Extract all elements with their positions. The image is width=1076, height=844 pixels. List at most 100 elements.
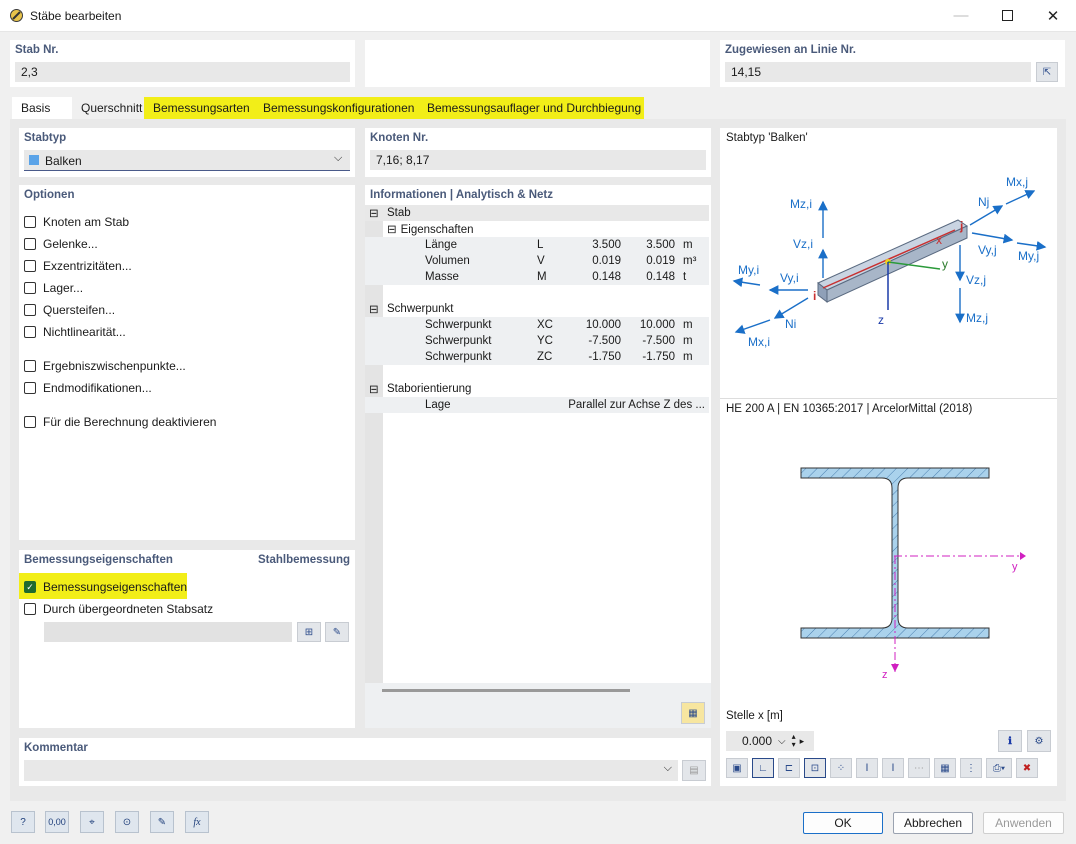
help-icon[interactable]: ? — [11, 811, 35, 833]
stabtyp-panel: Stabtyp Balken ⌵ — [19, 128, 355, 177]
option-label: Nichtlinearität... — [43, 325, 126, 339]
next-icon[interactable]: ▸ — [800, 736, 805, 747]
tree-staborientierung: Staborientierung — [387, 383, 472, 395]
maximize-icon[interactable] — [984, 0, 1030, 31]
reset-view-icon[interactable]: ✖ — [1016, 758, 1038, 778]
print-icon[interactable]: ⎙▾ — [986, 758, 1012, 778]
table-icon[interactable]: ▦ — [681, 702, 705, 724]
pick-line-icon[interactable]: ⇱ — [1036, 62, 1058, 82]
stelle-label: Stelle x [m] — [726, 710, 783, 722]
option-lager[interactable]: Lager... — [24, 281, 83, 295]
dimension-icon[interactable]: ∟ — [752, 758, 774, 778]
stabsatz-field[interactable] — [44, 622, 292, 642]
label-mxj: Mx,j — [1006, 175, 1028, 189]
check-icon[interactable]: ✓ — [24, 581, 36, 593]
tree-eigenschaften: ⊟ Eigenschaften — [383, 221, 709, 237]
tab-bemessungsarten[interactable]: Bemessungsarten — [144, 97, 254, 119]
info-icon[interactable]: ℹ — [998, 730, 1022, 752]
kommentar-select[interactable]: ⌵ — [24, 760, 678, 781]
checkbox[interactable] — [24, 238, 36, 250]
section-y-arrow — [1020, 552, 1026, 560]
stabtyp-label: Stabtyp — [24, 132, 67, 144]
kommentar-edit-icon[interactable]: ▤ — [682, 760, 706, 781]
units-icon[interactable]: 0,00 — [45, 811, 69, 833]
collapse-icon[interactable]: ⊟ — [365, 381, 383, 397]
option-nichtlinearitaet[interactable]: Nichtlinearität... — [24, 325, 126, 339]
spacer-row — [365, 365, 709, 381]
table-row: Lage Parallel zur Achse Z des ... — [365, 397, 709, 413]
cancel-button[interactable]: Abbrechen — [893, 812, 973, 834]
checkbox[interactable] — [24, 304, 36, 316]
option-gelenke[interactable]: Gelenke... — [24, 237, 98, 251]
option-exzentrizitaeten[interactable]: Exzentrizitäten... — [24, 259, 132, 273]
tab-querschnitt[interactable]: Querschnitt — [72, 97, 144, 119]
scroll-thumb[interactable] — [382, 689, 630, 692]
select-icon[interactable]: ✎ — [150, 811, 174, 833]
knoten-label: Knoten Nr. — [370, 132, 429, 144]
section-z-label: z — [882, 669, 888, 681]
section-y-label: y — [1012, 561, 1018, 573]
spin-icon[interactable]: ▴ ▾ — [792, 733, 796, 749]
option-label: Für die Berechnung deaktivieren — [43, 415, 217, 429]
info-label: Informationen | Analytisch & Netz — [370, 189, 553, 201]
numbering-icon[interactable]: ⋯ — [908, 758, 930, 778]
label-myi: My,i — [738, 263, 759, 277]
model-icon[interactable]: ⌖ — [80, 811, 104, 833]
checkbox[interactable] — [24, 260, 36, 272]
chevron-down-icon[interactable]: ⌵ — [664, 762, 672, 775]
checkbox[interactable] — [24, 282, 36, 294]
knoten-field[interactable]: 7,16; 8,17 — [370, 150, 706, 170]
axes-icon[interactable]: ⊡ — [804, 758, 826, 778]
settings-icon[interactable]: ⚙ — [1027, 730, 1051, 752]
grid-icon[interactable]: ▦ — [934, 758, 956, 778]
linie-field[interactable]: 14,15 — [725, 62, 1031, 82]
option-label: Endmodifikationen... — [43, 381, 152, 395]
tab-bemessungsauflager[interactable]: Bemessungsauflager und Durchbiegung — [418, 97, 644, 119]
stress-points-icon[interactable]: ⁘ — [830, 758, 852, 778]
formula-icon[interactable]: fx — [185, 811, 209, 833]
collapse-icon[interactable]: ⊟ — [365, 301, 383, 317]
tab-bemessungskonfigurationen[interactable]: Bemessungskonfigurationen — [254, 97, 418, 119]
checkbox[interactable] — [24, 603, 36, 615]
new-stabsatz-icon[interactable]: ⊞ — [297, 622, 321, 642]
tree-stab: Stab — [387, 207, 411, 219]
checkbox[interactable] — [24, 216, 36, 228]
option-ergebniszwischenpunkte[interactable]: Ergebniszwischenpunkte... — [24, 359, 186, 373]
checkbox[interactable] — [24, 382, 36, 394]
checkbox[interactable] — [24, 326, 36, 338]
horizontal-scrollbar[interactable] — [365, 683, 711, 699]
label-myj: My,j — [1018, 249, 1039, 263]
option-knoten[interactable]: Knoten am Stab — [24, 215, 129, 229]
stab-field[interactable]: 2,3 — [15, 62, 350, 82]
kommentar-panel: Kommentar ⌵ ▤ — [19, 738, 711, 786]
info-tree: ⊟ Stab ⊟ Eigenschaften Länge L 3.500 3.500 m V… — [365, 205, 709, 413]
view-options-icon[interactable]: ▣ — [726, 758, 748, 778]
divider — [720, 398, 1057, 399]
ok-button[interactable]: OK — [803, 812, 883, 834]
close-icon[interactable]: ✕ — [1030, 0, 1076, 31]
apply-button[interactable]: Anwenden — [983, 812, 1064, 834]
profile-icon[interactable]: Ⅰ — [856, 758, 878, 778]
checkbox[interactable] — [24, 416, 36, 428]
profile-outline-icon[interactable]: Ⅰ — [882, 758, 904, 778]
option-deaktivieren[interactable]: Für die Berechnung deaktivieren — [24, 415, 216, 429]
stabsatz-checkbox-row[interactable]: Durch übergeordneten Stabsatz — [24, 602, 213, 616]
bemessung-checkbox-row[interactable]: ✓ Bemessungseigenschaften — [24, 580, 187, 594]
label-vyj: Vy,j — [978, 243, 997, 257]
tab-basis[interactable]: Basis — [12, 97, 72, 119]
stabtyp-select[interactable]: Balken ⌵ — [24, 150, 350, 171]
chevron-down-icon[interactable]: ⌵ — [778, 736, 786, 747]
mesh-icon[interactable]: ⋮ — [960, 758, 982, 778]
view-icon[interactable]: ⊙ — [115, 811, 139, 833]
option-label: Lager... — [43, 281, 84, 295]
stelle-spinner[interactable]: 0.000 ⌵ ▴ ▾ ▸ — [726, 731, 814, 751]
minimize-icon[interactable]: — — [938, 0, 984, 31]
checkbox[interactable] — [24, 360, 36, 372]
collapse-icon[interactable]: ⊟ — [387, 224, 397, 236]
scale-icon[interactable]: ⊏ — [778, 758, 800, 778]
option-quersteifen[interactable]: Quersteifen... — [24, 303, 115, 317]
collapse-icon[interactable]: ⊟ — [365, 205, 383, 221]
option-endmodifikationen[interactable]: Endmodifikationen... — [24, 381, 152, 395]
edit-stabsatz-icon[interactable]: ✎ — [325, 622, 349, 642]
row-v2: 0.148 — [646, 271, 675, 283]
